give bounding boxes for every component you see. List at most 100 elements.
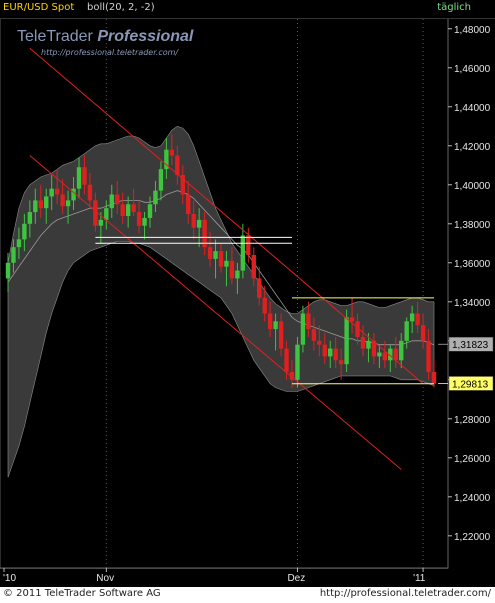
- y-tick-label: 1,46000: [454, 64, 491, 75]
- candle-body[interactable]: [344, 317, 349, 365]
- candle-body[interactable]: [300, 313, 306, 345]
- copyright-text: © 2011 TeleTrader Software AG: [3, 588, 161, 599]
- candle-body[interactable]: [136, 212, 142, 226]
- candle-body[interactable]: [311, 329, 317, 341]
- y-tick-label: 1,42000: [454, 142, 491, 153]
- candle-body[interactable]: [153, 190, 158, 205]
- bollinger-band: [7, 125, 435, 478]
- candle-body[interactable]: [366, 340, 371, 349]
- candle-body[interactable]: [284, 348, 289, 372]
- candle-body[interactable]: [27, 212, 33, 224]
- candle-body[interactable]: [186, 194, 191, 215]
- y-tick-label: 1,34000: [454, 298, 491, 309]
- price-label-text: 1,29813: [452, 379, 489, 390]
- candle-body[interactable]: [65, 200, 71, 207]
- candle-body[interactable]: [120, 204, 125, 216]
- candle-body[interactable]: [5, 262, 11, 279]
- candle-body[interactable]: [224, 260, 229, 267]
- y-tick-label: 1,28000: [454, 415, 491, 426]
- candle-body[interactable]: [109, 194, 114, 209]
- x-tick-label: '11: [413, 573, 426, 584]
- candle-body[interactable]: [399, 340, 404, 361]
- candle-body[interactable]: [246, 235, 251, 255]
- y-tick-label: 1,26000: [454, 454, 491, 465]
- candle-body[interactable]: [147, 204, 153, 218]
- chart-canvas[interactable]: 1,48000 1,46000 1,44000 1,42000 1,40000 1,380…: [0, 0, 495, 587]
- candle-body[interactable]: [240, 235, 246, 271]
- candle-body[interactable]: [317, 340, 322, 345]
- candle-body[interactable]: [54, 188, 60, 195]
- candle-body[interactable]: [267, 313, 273, 330]
- candle-body[interactable]: [349, 317, 355, 322]
- candle-body[interactable]: [229, 260, 235, 279]
- indicator-label[interactable]: boll(20, 2, -2): [87, 2, 155, 13]
- candle-body[interactable]: [115, 194, 120, 205]
- candle-body[interactable]: [11, 247, 16, 263]
- candle-body[interactable]: [278, 321, 284, 349]
- candle-body[interactable]: [169, 149, 175, 156]
- candle-body[interactable]: [82, 167, 87, 185]
- candle-body[interactable]: [196, 219, 202, 228]
- candle-body[interactable]: [49, 188, 54, 197]
- candle-body[interactable]: [60, 194, 65, 207]
- site-link[interactable]: http://professional.teletrader.com/: [320, 588, 491, 599]
- y-tick-label: 1,24000: [454, 493, 491, 504]
- candle-body[interactable]: [360, 336, 366, 349]
- candle-body[interactable]: [44, 196, 49, 209]
- candle-body[interactable]: [409, 313, 415, 322]
- logo-url: http://professional.teletrader.com/: [41, 48, 179, 57]
- logo-product: Professional: [97, 28, 194, 45]
- candle-body[interactable]: [415, 313, 420, 326]
- candle-body[interactable]: [213, 251, 218, 259]
- chart-window: 1,48000 1,46000 1,44000 1,42000 1,40000 1,380…: [0, 0, 495, 603]
- candle-body[interactable]: [87, 184, 93, 201]
- candle-body[interactable]: [38, 200, 43, 209]
- candle-body[interactable]: [76, 167, 82, 189]
- y-tick-label: 1,44000: [454, 103, 491, 114]
- chart-header: EUR/USD Spot boll(20, 2, -2) täglich: [0, 0, 495, 19]
- price-label-text: 1,31823: [452, 340, 489, 351]
- candle-body[interactable]: [273, 321, 278, 330]
- candle-body[interactable]: [22, 223, 27, 240]
- candle-body[interactable]: [262, 297, 267, 314]
- footer: © 2011 TeleTrader Software AG http://pro…: [0, 587, 495, 603]
- candle-body[interactable]: [191, 214, 196, 228]
- candle-body[interactable]: [158, 169, 164, 191]
- candle-body[interactable]: [404, 321, 409, 341]
- candle-body[interactable]: [257, 278, 262, 298]
- candle-body[interactable]: [431, 371, 437, 384]
- candle-body[interactable]: [142, 217, 147, 226]
- candle-body[interactable]: [104, 208, 109, 220]
- x-tick-label: Nov: [96, 573, 114, 584]
- candle-body[interactable]: [382, 352, 388, 361]
- y-tick-label: 1,22000: [454, 532, 491, 543]
- candle-body[interactable]: [125, 204, 131, 216]
- teletrader-logo: TeleTrader Professional http://professio…: [17, 28, 202, 70]
- y-tick-label: 1,48000: [454, 25, 491, 36]
- candle-body[interactable]: [426, 340, 431, 372]
- candle-body[interactable]: [295, 344, 300, 380]
- candle-body[interactable]: [338, 360, 344, 365]
- candle-body[interactable]: [251, 254, 256, 279]
- candle-body[interactable]: [16, 239, 22, 248]
- x-tick-label: Dez: [287, 573, 305, 584]
- candle-body[interactable]: [306, 313, 311, 330]
- x-tick-label: '10: [3, 573, 16, 584]
- candle-body[interactable]: [328, 348, 333, 357]
- candle-body[interactable]: [207, 247, 213, 259]
- candle-body[interactable]: [333, 348, 338, 361]
- candle-body[interactable]: [235, 270, 240, 279]
- candle-body[interactable]: [377, 352, 382, 357]
- candle-body[interactable]: [322, 344, 327, 357]
- candle-body[interactable]: [33, 200, 38, 213]
- period-label[interactable]: täglich: [437, 2, 471, 13]
- candle-body[interactable]: [218, 251, 224, 267]
- y-tick-label: 1,40000: [454, 181, 491, 192]
- symbol-label[interactable]: EUR/USD Spot: [3, 2, 74, 13]
- candle-body[interactable]: [71, 188, 76, 201]
- candle-body[interactable]: [131, 204, 136, 213]
- candle-body[interactable]: [420, 325, 426, 341]
- candle-body[interactable]: [93, 200, 98, 226]
- candle-body[interactable]: [98, 219, 104, 226]
- y-tick-label: 1,38000: [454, 220, 491, 231]
